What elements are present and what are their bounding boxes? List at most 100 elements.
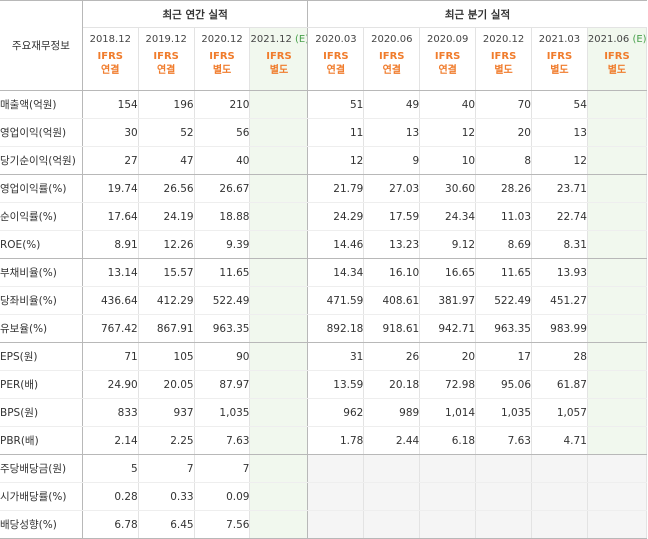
period-header: 2020.09	[419, 27, 477, 50]
accounting-standard-label: IFRS	[209, 51, 235, 62]
metric-value: 27	[82, 146, 139, 175]
metric-label: BPS(원)	[0, 398, 83, 427]
metric-value: 12	[307, 146, 365, 175]
metric-value: 18.88	[194, 202, 251, 231]
table-row: 당기순이익(억원) 27 47 40 12 9 10 8 12	[0, 146, 648, 175]
metric-value: 20	[475, 118, 532, 147]
period-label: 2021.06	[587, 33, 630, 45]
metric-value: 30.60	[419, 174, 477, 203]
metric-value: 20	[419, 342, 477, 371]
accounting-standard-cell: IFRS 별도	[531, 50, 588, 91]
accounting-standard-cell: IFRS 별도	[587, 50, 648, 91]
metric-value: 1,035	[475, 398, 532, 427]
metric-value: 8.31	[531, 230, 588, 259]
metric-value	[419, 454, 477, 483]
consolidation-label: 별도	[494, 65, 513, 76]
metric-label: 주당배당금(원)	[0, 454, 83, 483]
metric-value: 47	[138, 146, 195, 175]
metric-value	[587, 174, 648, 203]
consolidation-label: 연결	[382, 65, 401, 76]
period-label: 2020.09	[426, 33, 469, 45]
metric-value: 72.98	[419, 370, 477, 399]
accounting-standard-label: IFRS	[266, 51, 292, 62]
metric-value: 20.18	[363, 370, 421, 399]
metric-value: 51	[307, 90, 365, 119]
metric-value	[587, 258, 648, 287]
accounting-standard-label: IFRS	[434, 51, 461, 62]
table-header: 주요재무정보 최근 연간 실적 최근 분기 실적 2018.12 2019.12 2…	[0, 0, 648, 91]
metric-value: 24.90	[82, 370, 139, 399]
metric-value: 867.91	[138, 314, 195, 343]
metric-value: 13	[363, 118, 421, 147]
metric-label: PER(배)	[0, 370, 83, 399]
metric-value	[249, 258, 309, 287]
metric-value	[307, 482, 365, 511]
table-row: 매출액(억원) 154 196 210 51 49 40 70 54	[0, 90, 648, 119]
metric-value: 7	[138, 454, 195, 483]
metric-value: 22.74	[531, 202, 588, 231]
metric-value: 17.64	[82, 202, 139, 231]
corner-label: 주요재무정보	[0, 0, 83, 91]
metric-value	[587, 230, 648, 259]
period-header: 2020.06	[363, 27, 421, 50]
metric-value	[475, 482, 532, 511]
metric-value: 1.78	[307, 426, 365, 455]
metric-value: 24.34	[419, 202, 477, 231]
metric-value: 24.19	[138, 202, 195, 231]
quarterly-group-header: 최근 분기 실적	[307, 0, 647, 28]
metric-value	[531, 510, 588, 539]
metric-value	[587, 454, 648, 483]
metric-value: 95.06	[475, 370, 532, 399]
metric-label: 부채비율(%)	[0, 258, 83, 287]
metric-value: 1,057	[531, 398, 588, 427]
period-header: 2019.12	[138, 27, 195, 50]
metric-value: 0.33	[138, 482, 195, 511]
metric-value	[587, 118, 648, 147]
metric-value: 962	[307, 398, 365, 427]
metric-value: 6.18	[419, 426, 477, 455]
table-row: PER(배) 24.90 20.05 87.97 13.59 20.18 72.98 95.0…	[0, 370, 648, 399]
metric-value: 7.63	[194, 426, 251, 455]
metric-value	[363, 482, 421, 511]
metric-value: 23.71	[531, 174, 588, 203]
table-row: 영업이익률(%) 19.74 26.56 26.67 21.79 27.03 30.60 28…	[0, 174, 648, 203]
metric-label: 당기순이익(억원)	[0, 146, 83, 175]
table-row: 시가배당률(%) 0.28 0.33 0.09	[0, 482, 648, 511]
metric-value: 87.97	[194, 370, 251, 399]
metric-value: 16.65	[419, 258, 477, 287]
metric-value: 1,014	[419, 398, 477, 427]
metric-value: 408.61	[363, 286, 421, 315]
estimate-marker: (E)	[632, 33, 647, 45]
metric-value	[249, 426, 309, 455]
metric-value: 9	[363, 146, 421, 175]
table-row: PBR(배) 2.14 2.25 7.63 1.78 2.44 6.18 7.63 4.71	[0, 426, 648, 455]
metric-value	[249, 370, 309, 399]
table-body: 매출액(억원) 154 196 210 51 49 40 70 54 영업이익(억원) 30 52 56…	[0, 90, 648, 539]
period-label: 2019.12	[145, 33, 187, 45]
table-row: 당좌비율(%) 436.64 412.29 522.49 471.59 408.61 381…	[0, 286, 648, 315]
metric-value	[249, 90, 309, 119]
metric-value	[587, 286, 648, 315]
metric-value: 28.26	[475, 174, 532, 203]
metric-value: 7.56	[194, 510, 251, 539]
metric-value: 13.59	[307, 370, 365, 399]
metric-value	[249, 146, 309, 175]
metric-value: 2.14	[82, 426, 139, 455]
accounting-standard-cell: IFRS 별도	[194, 50, 251, 91]
consolidation-label: 연결	[101, 65, 120, 76]
accounting-standard-label: IFRS	[153, 51, 179, 62]
metric-value: 26.56	[138, 174, 195, 203]
period-header: 2020.12	[475, 27, 532, 50]
metric-value: 26.67	[194, 174, 251, 203]
metric-value	[307, 454, 365, 483]
accounting-standard-label: IFRS	[490, 51, 517, 62]
metric-value: 9.12	[419, 230, 477, 259]
metric-value: 412.29	[138, 286, 195, 315]
metric-value: 16.10	[363, 258, 421, 287]
metric-value: 13	[531, 118, 588, 147]
metric-value	[475, 510, 532, 539]
metric-value: 52	[138, 118, 195, 147]
metric-value	[419, 510, 477, 539]
metric-value: 0.28	[82, 482, 139, 511]
metric-label: 영업이익률(%)	[0, 174, 83, 203]
